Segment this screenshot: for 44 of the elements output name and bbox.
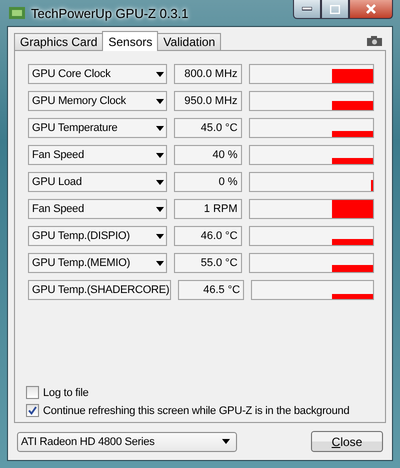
caret-icon — [222, 439, 230, 444]
sensor-dropdown[interactable]: GPU Memory Clock — [28, 91, 168, 111]
checkbox-label: Continue refreshing this screen while GPU-Z is in the background — [43, 404, 350, 416]
sensor-reading: 1 RPM — [174, 199, 242, 219]
sensor-dropdown[interactable]: GPU Core Clock — [28, 64, 168, 84]
sensor-reading: 55.0 °C — [174, 253, 242, 273]
close-icon[interactable] — [349, 0, 393, 19]
checkbox[interactable] — [26, 404, 39, 417]
tab[interactable]: Graphics Card — [14, 33, 104, 51]
caret-icon — [156, 260, 164, 266]
caret-icon — [156, 180, 164, 184]
sensor-dropdown[interactable]: GPU Temp.(MEMIO) — [28, 253, 168, 273]
card-dropdown[interactable]: ATI Radeon HD 4800 Series — [17, 432, 237, 452]
caret-icon — [156, 126, 164, 130]
sensor-dropdown[interactable]: GPU Temp.(DISPIO) — [28, 226, 168, 246]
sensor-reading: 800.0 MHz — [174, 64, 242, 84]
minimize-icon — [302, 7, 312, 11]
app-icon — [9, 7, 25, 19]
sensor-reading: 0 % — [174, 172, 242, 192]
sensor-reading: 46.5 °C — [178, 280, 244, 300]
minimize-button[interactable] — [293, 0, 321, 19]
caret-icon — [156, 98, 164, 104]
maximize-icon — [330, 4, 340, 14]
caret-icon — [156, 206, 164, 212]
sensor-reading: 40 % — [174, 145, 242, 165]
sensor-dropdown[interactable]: GPU Load — [28, 172, 168, 192]
maximize-button[interactable] — [321, 0, 349, 19]
sensor-dropdown[interactable]: GPU Temp.(SHADERCORE) — [28, 280, 171, 300]
sensor-dropdown[interactable]: Fan Speed — [28, 199, 168, 219]
caret-icon — [156, 152, 164, 158]
sensor-dropdown[interactable]: Fan Speed — [28, 145, 168, 165]
caret-icon — [156, 72, 164, 76]
checkbox[interactable] — [26, 386, 39, 399]
camera-icon[interactable] — [367, 36, 382, 46]
sensor-reading: 46.0 °C — [174, 226, 242, 246]
checkbox-label: Log to file — [43, 386, 89, 398]
caret-icon — [156, 234, 164, 238]
close-button[interactable]: Close — [311, 431, 383, 452]
window-title: TechPowerUp GPU-Z 0.3.1 — [31, 6, 189, 20]
sensor-dropdown[interactable]: GPU Temperature — [28, 118, 168, 138]
sensor-reading: 45.0 °C — [174, 118, 242, 138]
sensor-reading: 950.0 MHz — [174, 91, 242, 111]
tab[interactable]: Sensors — [102, 31, 158, 51]
tab[interactable]: Validation — [157, 33, 222, 51]
